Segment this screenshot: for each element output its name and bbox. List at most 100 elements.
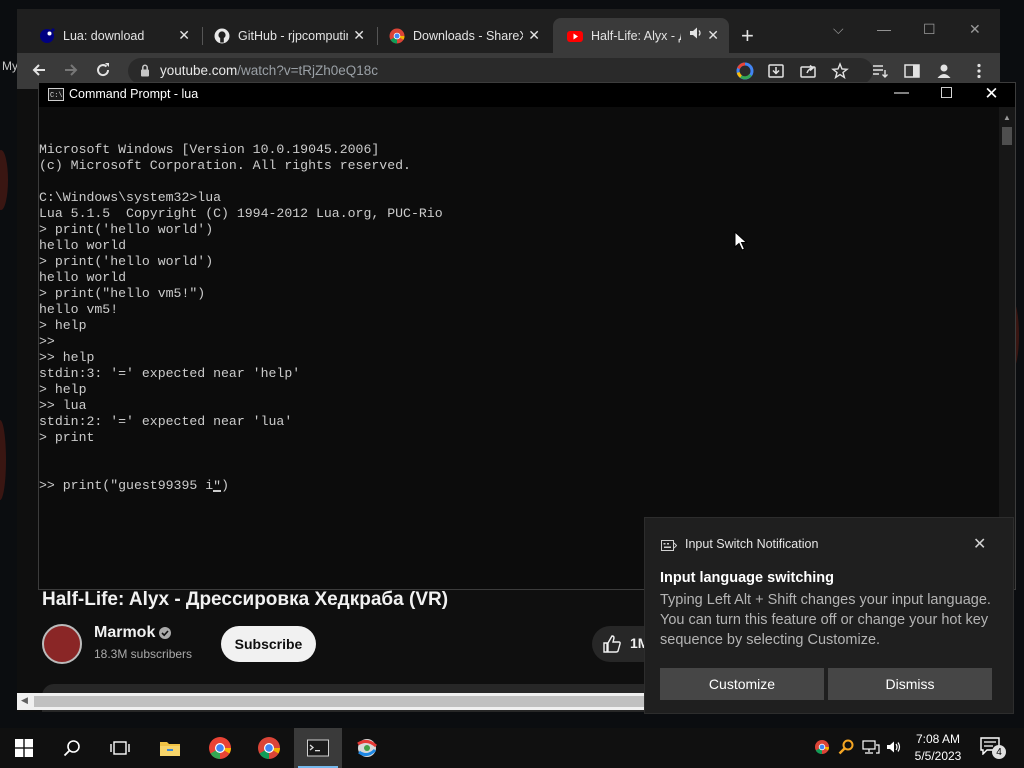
forward-arrow-icon[interactable] <box>63 62 79 82</box>
file-explorer-button[interactable] <box>146 728 194 768</box>
console-lines: Microsoft Windows [Version 10.0.19045.20… <box>39 142 999 446</box>
tab-lua-download[interactable]: Lua: download ✕ <box>25 18 200 53</box>
clock-time[interactable]: 7:08 AM <box>904 732 972 746</box>
console-line: Microsoft Windows [Version 10.0.19045.20… <box>39 142 380 157</box>
svg-text:C:\: C:\ <box>50 92 63 100</box>
thumbs-up-icon <box>602 634 622 659</box>
desktop-wallpaper-fragment <box>0 150 8 210</box>
console-line: > help <box>39 318 87 333</box>
console-line: stdin:2: '=' expected near 'lua' <box>39 414 293 429</box>
youtube-icon <box>567 28 583 44</box>
verified-check-icon <box>158 626 172 645</box>
chrome-canary-button[interactable] <box>196 728 244 768</box>
tab-youtube-video[interactable]: Half-Life: Alyx - Дрессировка ✕ <box>553 18 729 53</box>
console-line: > print('hello world') <box>39 222 214 237</box>
scrollbar-thumb[interactable] <box>1002 127 1012 145</box>
chrome-icon <box>258 737 280 759</box>
tab-github[interactable]: GitHub - rjpcomputing ✕ <box>200 18 375 53</box>
taskbar: 7:08 AM 5/5/2023 4 <box>0 728 1024 768</box>
chrome-tray-icon[interactable] <box>814 739 830 760</box>
cmd-minimize-button[interactable]: — <box>879 84 924 101</box>
tab-search-chevron-down-icon[interactable]: ⌵ <box>833 21 844 38</box>
chrome-icon <box>209 737 231 759</box>
keyboard-icon <box>661 539 678 557</box>
subscribe-button[interactable]: Subscribe <box>221 626 316 662</box>
browser-close-button[interactable]: ✕ <box>969 21 981 38</box>
clock-date[interactable]: 5/5/2023 <box>904 749 972 763</box>
video-title: Half-Life: Alyx - Дрессировка Хедкраба (… <box>42 589 449 610</box>
start-button[interactable] <box>0 728 48 768</box>
scroll-left-arrow-icon[interactable]: ◀ <box>21 695 28 706</box>
close-icon[interactable]: ✕ <box>178 27 190 44</box>
network-icon[interactable] <box>862 739 880 760</box>
kebab-menu-icon[interactable] <box>970 62 988 80</box>
scroll-up-arrow-icon[interactable]: ▲ <box>1003 113 1011 122</box>
github-icon <box>214 28 230 44</box>
reload-icon[interactable] <box>95 62 111 82</box>
close-icon[interactable]: ✕ <box>973 534 986 554</box>
close-icon[interactable]: ✕ <box>353 27 365 44</box>
cmd-window-title: Command Prompt - lua <box>69 87 199 101</box>
cmd-title-bar[interactable]: C:\ Command Prompt - lua — ☐ ✕ <box>39 83 1015 107</box>
dismiss-button[interactable]: Dismiss <box>828 668 992 700</box>
console-line: hello world <box>39 270 127 285</box>
sharex-icon <box>357 739 377 757</box>
notification-app-name: Input Switch Notification <box>685 537 819 551</box>
install-app-icon[interactable] <box>767 62 785 80</box>
console-line: > help <box>39 382 87 397</box>
volume-icon[interactable] <box>886 739 902 760</box>
side-panel-icon[interactable] <box>903 62 921 80</box>
address-bar[interactable]: youtube.com/watch?v=tRjZh0eQ18c <box>128 58 873 84</box>
console-line: hello vm5! <box>39 302 119 317</box>
lock-icon[interactable] <box>140 64 150 82</box>
console-line: C:\Windows\system32>lua <box>39 190 222 205</box>
chrome-icon <box>389 28 405 44</box>
channel-name[interactable]: Marmok <box>94 624 155 642</box>
customize-button[interactable]: Customize <box>660 668 824 700</box>
command-prompt-taskbar-button[interactable] <box>294 728 342 768</box>
notification-body: Typing Left Alt + Shift changes your inp… <box>660 592 991 648</box>
cmd-close-button[interactable]: ✕ <box>969 84 1014 104</box>
browser-maximize-button[interactable]: ☐ <box>923 21 936 38</box>
subscriber-count: 18.3M subscribers <box>94 647 193 661</box>
desktop: My Lua: download ✕ GitHub - rjpcomputing… <box>0 0 1024 728</box>
media-queue-icon[interactable] <box>871 62 889 80</box>
new-tab-button[interactable]: + <box>741 25 754 47</box>
browser-minimize-button[interactable]: — <box>877 21 891 37</box>
speaker-icon[interactable] <box>689 26 703 43</box>
scrollbar-thumb[interactable] <box>34 696 644 707</box>
terminal-icon: C:\ <box>48 88 64 101</box>
console-line: >> lua <box>39 398 87 413</box>
tab-label: Lua: download <box>63 28 145 43</box>
url-text: youtube.com/watch?v=tRjZh0eQ18c <box>160 63 378 78</box>
close-icon[interactable]: ✕ <box>528 27 540 44</box>
folder-icon <box>160 742 180 756</box>
task-view-icon <box>110 741 130 755</box>
tab-label: Downloads - ShareX <box>413 28 523 43</box>
close-icon[interactable]: ✕ <box>707 27 719 44</box>
google-icon[interactable] <box>736 62 754 80</box>
magnifier-tray-icon[interactable] <box>838 739 854 760</box>
notification-count-badge: 4 <box>992 745 1006 759</box>
search-button[interactable] <box>48 728 96 768</box>
tab-sharex-downloads[interactable]: Downloads - ShareX ✕ <box>375 18 550 53</box>
console-line: hello world <box>39 238 127 253</box>
bookmark-star-icon[interactable] <box>831 62 849 80</box>
profile-avatar-icon[interactable] <box>935 62 953 80</box>
terminal-icon <box>307 739 329 757</box>
chrome-button[interactable] <box>245 728 293 768</box>
input-switch-notification: Input Switch Notification ✕ Input langua… <box>644 517 1014 714</box>
console-line: >> <box>39 334 55 349</box>
cmd-maximize-button[interactable]: ☐ <box>924 84 969 102</box>
task-view-button[interactable] <box>96 728 144 768</box>
tab-strip: Lua: download ✕ GitHub - rjpcomputing ✕ … <box>17 9 1000 53</box>
channel-avatar[interactable] <box>42 624 82 664</box>
console-line: (c) Microsoft Corporation. All rights re… <box>39 158 411 173</box>
sharex-button[interactable] <box>343 728 391 768</box>
back-arrow-icon[interactable] <box>31 62 47 82</box>
console-input-line[interactable]: >> print("guest99395 i") <box>39 478 999 494</box>
share-icon[interactable] <box>799 62 817 80</box>
desktop-wallpaper-fragment <box>0 420 6 500</box>
search-icon <box>63 740 80 757</box>
